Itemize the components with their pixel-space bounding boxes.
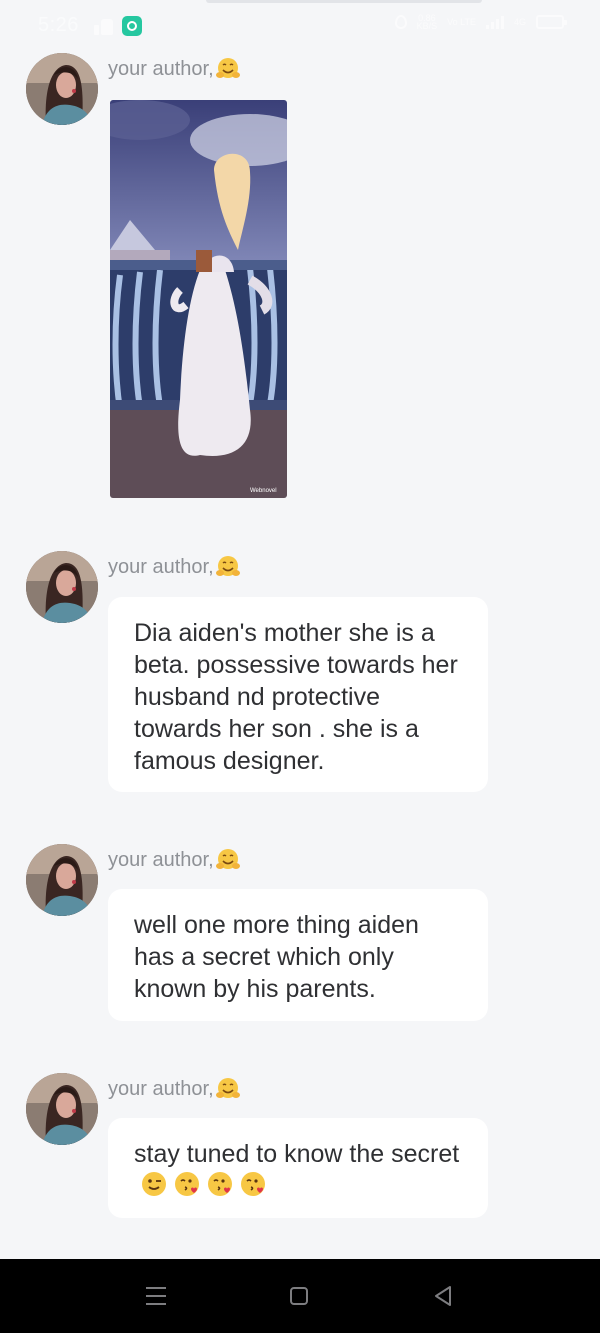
author-name-text: your author, [108, 555, 214, 578]
chat-message: your author, well one more thing aiden h… [0, 820, 600, 1050]
message-bubble[interactable]: Dia aiden's mother she is a beta. posses… [108, 597, 488, 792]
author-avatar-image [26, 844, 98, 916]
message-bubble[interactable]: well one more thing aiden has a secret w… [108, 889, 488, 1021]
author-avatar-image [26, 53, 98, 125]
system-navigation-bar [0, 1259, 600, 1333]
hugging-face-icon [215, 56, 241, 82]
author-name-text: your author, [108, 57, 214, 80]
author-name-text: your author, [108, 848, 214, 871]
author-name: your author, [108, 1076, 241, 1102]
author-name: your author, [108, 554, 241, 580]
back-icon[interactable] [432, 1285, 454, 1307]
avatar[interactable] [26, 53, 98, 125]
author-name-text: your author, [108, 1077, 214, 1100]
chat-message: your author, stay tuned to know the secr… [0, 1050, 600, 1250]
chat-message: your author, Dia aiden's mother she is a… [0, 520, 600, 820]
hugging-face-icon [215, 554, 241, 580]
message-text: well one more thing aiden has a secret w… [134, 911, 419, 1003]
kissing-heart-icon [239, 1170, 267, 1198]
hugging-face-icon [215, 847, 241, 873]
chat-image[interactable]: Webnovel [110, 100, 287, 498]
avatar[interactable] [26, 844, 98, 916]
hugging-face-icon [215, 1076, 241, 1102]
kissing-heart-icon [206, 1170, 234, 1198]
message-text: stay tuned to know the secret [134, 1140, 460, 1168]
home-icon[interactable] [290, 1287, 308, 1305]
illustration-image: Webnovel [110, 100, 287, 498]
trailing-emojis [140, 1170, 267, 1198]
winking-face-icon [140, 1170, 168, 1198]
message-text: Dia aiden's mother she is a beta. posses… [134, 619, 458, 775]
kissing-heart-icon [173, 1170, 201, 1198]
image-watermark: Webnovel [250, 488, 277, 494]
message-bubble[interactable]: stay tuned to know the secret [108, 1118, 488, 1218]
author-name: your author, [108, 56, 241, 82]
chat-message: your author, Webnovel [0, 0, 600, 520]
author-avatar-image [26, 551, 98, 623]
menu-icon[interactable] [146, 1287, 166, 1305]
author-name: your author, [108, 847, 241, 873]
avatar[interactable] [26, 1073, 98, 1145]
avatar[interactable] [26, 551, 98, 623]
author-avatar-image [26, 1073, 98, 1145]
